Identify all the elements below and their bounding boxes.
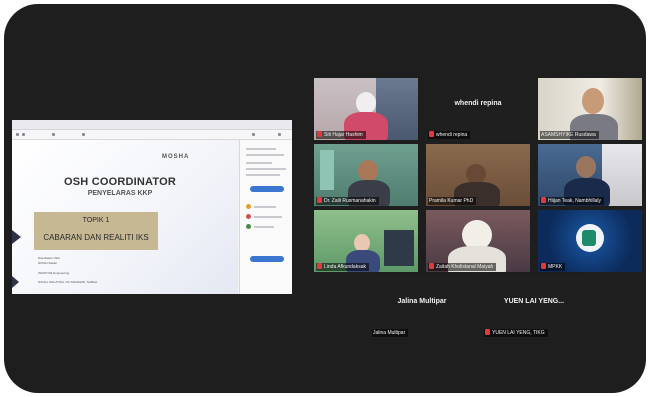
participant-name: YUEN LAI YENG, TIKG	[484, 329, 548, 337]
participant-name: whendi repina	[428, 131, 471, 139]
decorative-chevron-icon	[12, 276, 19, 288]
slide-footnote: INSINYUR Engineering	[38, 271, 70, 275]
participant-display-name: YUEN LAI YENG...	[503, 298, 565, 305]
muted-mic-icon	[429, 263, 434, 269]
participant-name: Jalina Multipar	[372, 329, 409, 337]
topic-box: TOPIK 1 CABARAN DAN REALITI IKS	[34, 212, 158, 250]
participant-name: Pramila Kumar PhD	[428, 197, 477, 205]
presentation-slide: MOSHA OSH COORDINATOR PENYELARAS KKP TOP…	[12, 140, 238, 294]
slide-footnote: NIOSH Sabah	[38, 261, 58, 265]
decorative-chevron-icon	[12, 230, 21, 244]
forward-icon[interactable]	[22, 133, 25, 136]
muted-mic-icon	[317, 197, 322, 203]
highlight-icon[interactable]	[246, 214, 251, 219]
muted-mic-icon	[429, 131, 434, 137]
participant-name: MPKK	[540, 263, 566, 271]
stamp-icon[interactable]	[246, 224, 251, 229]
pdf-toolbar	[12, 130, 292, 140]
participant-tile[interactable]: MPKK	[538, 210, 642, 272]
muted-mic-icon	[317, 263, 322, 269]
meeting-window: MOSHA OSH COORDINATOR PENYELARAS KKP TOP…	[4, 4, 646, 393]
participant-name: ASAMSHYIKE Rusdawa	[540, 131, 599, 139]
participant-tile[interactable]: Pramila Kumar PhD	[426, 144, 530, 206]
download-icon[interactable]	[252, 133, 255, 136]
slide-subtitle: PENYELARAS KKP	[87, 190, 153, 197]
more-icon[interactable]	[278, 133, 281, 136]
participant-display-name: whendi repina	[454, 100, 502, 107]
muted-mic-icon	[317, 131, 322, 137]
participant-tile[interactable]: Linda Afkundaksak	[314, 210, 418, 272]
slide-footnote: NIOSH, MALAYSIA, KK SARAWAK, SABAH	[38, 280, 98, 284]
participant-name: Siti Hajar Hashim	[316, 131, 366, 139]
topic-name: CABARAN DAN REALITI IKS	[43, 233, 149, 242]
muted-mic-icon	[541, 263, 546, 269]
slide-footnote: Disediakan Oleh	[38, 256, 61, 260]
topic-label: TOPIK 1	[82, 217, 110, 224]
sidebar-action-button[interactable]	[250, 186, 284, 192]
participant-tile[interactable]: Hiijan Teak, Nambhillaly	[538, 144, 642, 206]
back-icon[interactable]	[16, 133, 19, 136]
participant-tile-active-speaker[interactable]: ASAMSHYIKE Rusdawa	[538, 78, 642, 140]
browser-tab-bar	[12, 120, 292, 130]
participant-tile[interactable]: Dr. Zaili Rusmanahakin	[314, 144, 418, 206]
shared-screen[interactable]: MOSHA OSH COORDINATOR PENYELARAS KKP TOP…	[12, 120, 292, 294]
participant-name: Hiijan Teak, Nambhillaly	[540, 197, 604, 205]
muted-mic-icon	[541, 197, 546, 203]
participant-tile[interactable]: Zaitah Kholistanal Maiyah	[426, 210, 530, 272]
participant-tile[interactable]: Jalina Multipar Jalina Multipar	[370, 276, 474, 338]
participant-tile[interactable]: Siti Hajar Hashim	[314, 78, 418, 140]
participant-tile[interactable]: YUEN LAI YENG... YUEN LAI YENG, TIKG	[482, 276, 586, 338]
pdf-sidebar[interactable]	[239, 140, 292, 294]
slide-title: OSH COORDINATOR	[64, 176, 176, 188]
participant-name: Zaitah Kholistanal Maiyah	[428, 263, 497, 271]
sidebar-share-button[interactable]	[250, 256, 284, 262]
muted-mic-icon	[485, 329, 490, 335]
zoom-icon[interactable]	[52, 133, 55, 136]
mosha-logo: MOSHA	[162, 154, 190, 160]
print-icon[interactable]	[82, 133, 85, 136]
participant-display-name: Jalina Multipar	[397, 298, 447, 305]
comment-icon[interactable]	[246, 204, 251, 209]
participant-name: Linda Afkundaksak	[316, 263, 369, 271]
participant-tile[interactable]: whendi repina whendi repina	[426, 78, 530, 140]
participant-name: Dr. Zaili Rusmanahakin	[316, 197, 379, 205]
